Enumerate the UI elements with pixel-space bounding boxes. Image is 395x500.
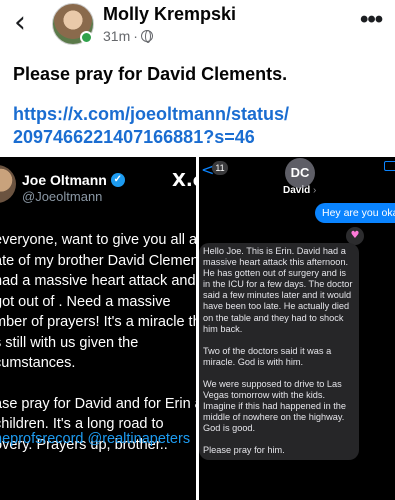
tweet-avatar <box>0 165 16 203</box>
verified-badge-icon: ✓ <box>110 173 125 187</box>
tweet-line: s still with us given the <box>0 334 139 351</box>
message-paragraph: We were supposed to drive to Las Vegas t… <box>203 378 347 434</box>
online-status-dot <box>80 31 93 44</box>
tweet-handle: @Joeoltmann <box>22 189 103 204</box>
post-link[interactable]: https://x.com/joeoltmann/status/ <box>13 104 289 125</box>
more-horizontal-icon[interactable]: ••• <box>360 6 383 34</box>
tweet-line: had a massive heart attack and <box>0 273 196 289</box>
tweet-author-name: Joe Oltmann <box>22 172 107 188</box>
post-text: Please pray for David Clements. <box>13 64 288 84</box>
unread-count-badge: 11 <box>212 161 228 175</box>
tweet-line: everyone, want to give you all an <box>0 232 196 248</box>
post-timestamp[interactable]: 31m <box>103 28 130 44</box>
post-link-continued[interactable]: 2097466221407166881?s=46 <box>13 127 255 148</box>
chevron-left-icon[interactable]: ‹ <box>14 8 26 38</box>
tweet-line: ase pray for David and for Erin a <box>0 395 196 412</box>
message-paragraph: Please pray for him. <box>203 445 285 456</box>
contact-avatar: DC <box>285 158 315 188</box>
author-name[interactable]: Molly Krempski <box>103 4 236 25</box>
tweet-line: got out of . Need a massive <box>0 293 171 310</box>
message-paragraph: Hello Joe. This is Erin. David had a mas… <box>203 246 353 334</box>
message-paragraph: Two of the doctors said it was a miracle… <box>203 345 332 367</box>
video-call-icon <box>384 161 395 171</box>
tweet-author: Joe Oltmann ✓ <box>22 172 125 188</box>
tweet-screenshot-image[interactable]: Joe Oltmann ✓ @Joeoltmann X.co everyone,… <box>0 157 196 500</box>
incoming-message: Hello Joe. This is Erin. David had a mas… <box>199 243 359 460</box>
tweet-line: children. It's a long road to <box>0 416 164 432</box>
post-meta: 31m · <box>103 28 153 44</box>
tweet-mentions: neprofsrecord @realtinapeters <box>0 431 191 447</box>
contact-name: David › <box>283 185 317 196</box>
tweet-line: ate of my brother David Clements <box>0 252 196 269</box>
post-header: ‹ Molly Krempski 31m · ••• <box>0 0 395 56</box>
outgoing-message: Hey are you okay? <box>315 203 395 223</box>
meta-separator: · <box>133 28 138 44</box>
messages-screenshot-image[interactable]: < 11 DC David › Hey are you okay? ♥ Hell… <box>199 157 395 500</box>
globe-icon <box>140 30 153 43</box>
x-logo-icon: X.co <box>172 170 196 191</box>
tweet-line: cumstances. <box>0 355 76 371</box>
tweet-line: mber of prayers! It's a miracle th <box>0 314 196 330</box>
